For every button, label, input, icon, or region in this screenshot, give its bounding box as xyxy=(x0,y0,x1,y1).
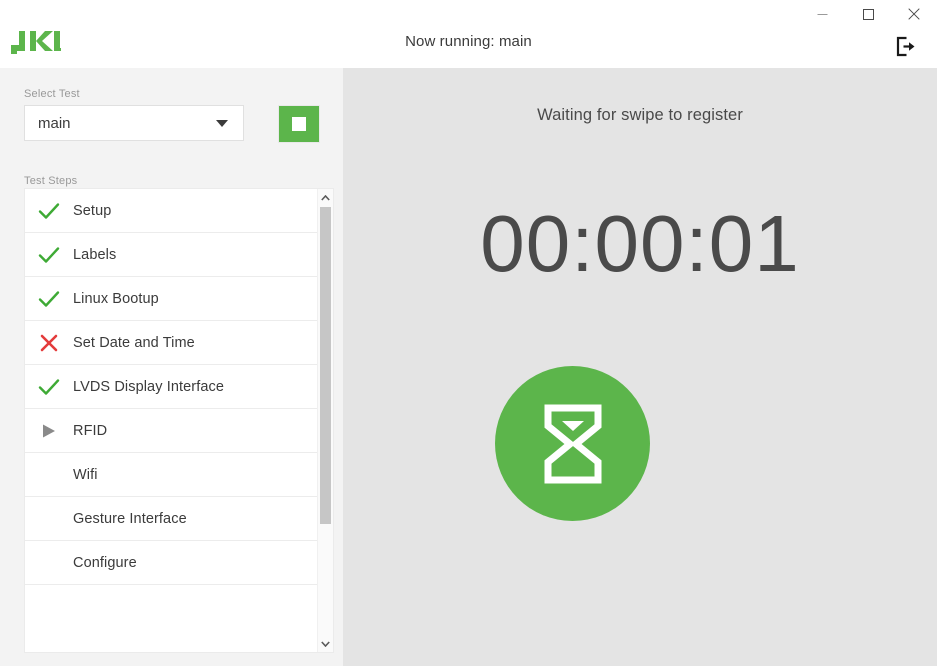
test-steps-list[interactable]: Setup Labels Linux Bootup Set Date and Time… xyxy=(25,189,318,652)
window-controls xyxy=(799,0,937,28)
play-icon xyxy=(43,424,55,437)
test-step-row[interactable]: LVDS Display Interface xyxy=(25,365,318,409)
chevron-up-icon xyxy=(321,194,330,201)
elapsed-timer: 00:00:01 xyxy=(480,199,800,288)
stop-test-button[interactable] xyxy=(278,105,320,143)
test-step-label: Set Date and Time xyxy=(73,334,195,351)
chevron-down-icon xyxy=(216,119,228,127)
scroll-down-button[interactable] xyxy=(318,636,333,651)
logout-button[interactable] xyxy=(891,32,919,60)
test-step-label: Linux Bootup xyxy=(73,290,159,307)
select-test-label: Select Test xyxy=(24,88,80,100)
test-step-row[interactable]: Gesture Interface xyxy=(25,497,318,541)
close-icon xyxy=(908,8,920,20)
test-step-label: Labels xyxy=(73,246,117,263)
test-steps-scrollbar[interactable] xyxy=(317,189,333,652)
scroll-up-button[interactable] xyxy=(318,190,333,205)
test-step-row[interactable]: Configure xyxy=(25,541,318,585)
test-steps-panel: Setup Labels Linux Bootup Set Date and Time… xyxy=(24,188,334,653)
test-step-label: RFID xyxy=(73,422,108,439)
test-step-label: Gesture Interface xyxy=(73,510,187,527)
now-running-status: Now running: main xyxy=(405,33,532,50)
left-panel: Select Test main Test Steps Setup Labels L… xyxy=(0,68,343,666)
maximize-button[interactable] xyxy=(845,0,891,28)
test-step-status-icon xyxy=(25,423,73,439)
status-indicator xyxy=(495,366,650,521)
select-test-dropdown[interactable]: main xyxy=(24,105,244,141)
title-bar: Now running: main xyxy=(0,0,937,68)
logout-icon xyxy=(896,36,914,56)
test-step-label: Setup xyxy=(73,202,112,219)
test-step-row[interactable]: Linux Bootup xyxy=(25,277,318,321)
application-window: Now running: main Select Test main Test … xyxy=(0,0,937,666)
test-step-status-icon xyxy=(25,290,73,308)
select-test-value: main xyxy=(38,114,71,132)
test-step-row[interactable]: Wifi xyxy=(25,453,318,497)
check-icon xyxy=(38,290,60,307)
test-step-status-icon xyxy=(25,202,73,220)
chevron-down-icon xyxy=(321,640,330,647)
test-steps-label: Test Steps xyxy=(24,175,78,187)
check-icon xyxy=(38,202,60,219)
check-icon xyxy=(38,246,60,263)
status-message: Waiting for swipe to register xyxy=(537,106,743,124)
check-icon xyxy=(38,378,60,395)
close-button[interactable] xyxy=(891,0,937,28)
test-step-row[interactable]: Set Date and Time xyxy=(25,321,318,365)
minimize-icon xyxy=(817,13,827,15)
scrollbar-thumb[interactable] xyxy=(320,207,332,524)
maximize-icon xyxy=(862,8,874,20)
test-step-row[interactable]: Setup xyxy=(25,189,318,233)
x-icon xyxy=(40,334,58,351)
test-step-label: LVDS Display Interface xyxy=(73,378,225,395)
test-step-status-icon xyxy=(25,246,73,264)
main-panel: Waiting for swipe to register 00:00:01 xyxy=(343,68,937,666)
test-step-row[interactable]: RFID xyxy=(25,409,318,453)
minimize-button[interactable] xyxy=(799,0,845,28)
test-step-row[interactable]: Labels xyxy=(25,233,318,277)
test-step-status-icon xyxy=(25,378,73,396)
stop-square-icon xyxy=(292,117,306,131)
test-step-status-icon xyxy=(25,334,73,352)
test-step-label: Wifi xyxy=(73,466,98,483)
test-step-label: Configure xyxy=(73,554,137,571)
hourglass-icon xyxy=(544,404,601,483)
